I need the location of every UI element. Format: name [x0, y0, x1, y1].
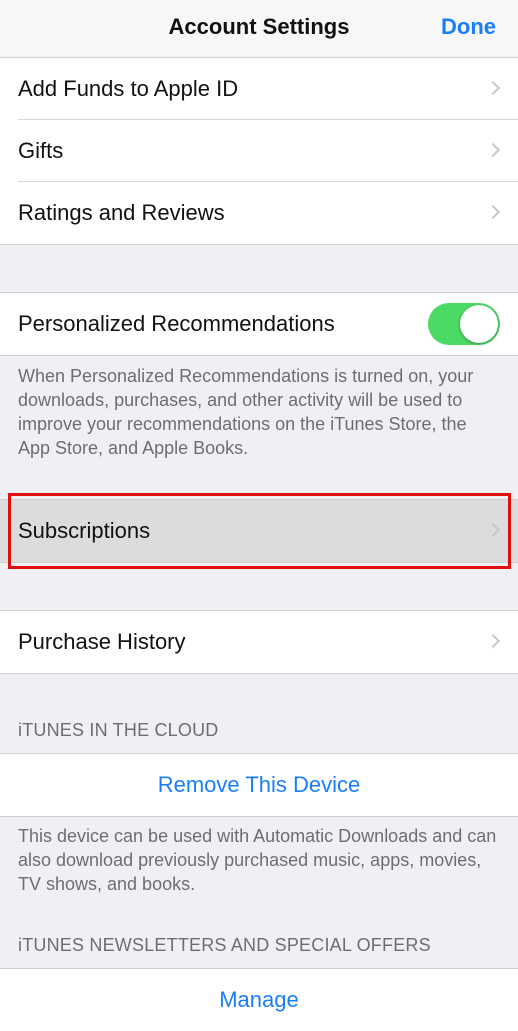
personalized-footnote: When Personalized Recommendations is tur…	[18, 366, 474, 458]
ratings-reviews-row[interactable]: Ratings and Reviews	[0, 182, 518, 244]
itunes-cloud-footnote: This device can be used with Automatic D…	[18, 826, 497, 894]
purchase-history-label: Purchase History	[18, 629, 186, 654]
subscriptions-label: Subscriptions	[18, 518, 151, 543]
ratings-reviews-label: Ratings and Reviews	[18, 200, 225, 225]
personalized-recommendations-toggle[interactable]	[428, 303, 500, 345]
purchase-history-group: Purchase History	[0, 610, 518, 674]
account-group: Add Funds to Apple ID Gifts Ratings and …	[0, 57, 518, 245]
subscriptions-row[interactable]: Subscriptions	[0, 500, 518, 562]
add-funds-row[interactable]: Add Funds to Apple ID	[0, 58, 518, 120]
gifts-row[interactable]: Gifts	[0, 120, 518, 182]
personalized-group: Personalized Recommendations	[0, 292, 518, 356]
navigation-bar: Account Settings Done	[0, 0, 518, 58]
itunes-cloud-group: Remove This Device	[0, 753, 518, 817]
newsletters-group: Manage	[0, 968, 518, 1031]
newsletters-header: iTUNES NEWSLETTERS AND SPECIAL OFFERS	[18, 935, 431, 955]
personalized-recommendations-row: Personalized Recommendations	[0, 293, 518, 355]
chevron-right-icon	[485, 204, 501, 220]
manage-button[interactable]: Manage	[0, 987, 518, 1013]
chevron-right-icon	[485, 522, 501, 538]
manage-row[interactable]: Manage	[0, 969, 518, 1031]
add-funds-label: Add Funds to Apple ID	[18, 76, 239, 101]
itunes-cloud-header: iTUNES IN THE CLOUD	[18, 720, 219, 740]
remove-device-button[interactable]: Remove This Device	[0, 772, 518, 798]
chevron-right-icon	[485, 80, 501, 96]
personalized-recommendations-label: Personalized Recommendations	[18, 311, 335, 336]
gifts-label: Gifts	[18, 138, 64, 163]
toggle-knob	[460, 305, 498, 343]
chevron-right-icon	[485, 633, 501, 649]
purchase-history-row[interactable]: Purchase History	[0, 611, 518, 673]
remove-device-row[interactable]: Remove This Device	[0, 754, 518, 816]
done-button[interactable]: Done	[441, 14, 496, 40]
subscriptions-group: Subscriptions	[0, 499, 518, 563]
chevron-right-icon	[485, 142, 501, 158]
